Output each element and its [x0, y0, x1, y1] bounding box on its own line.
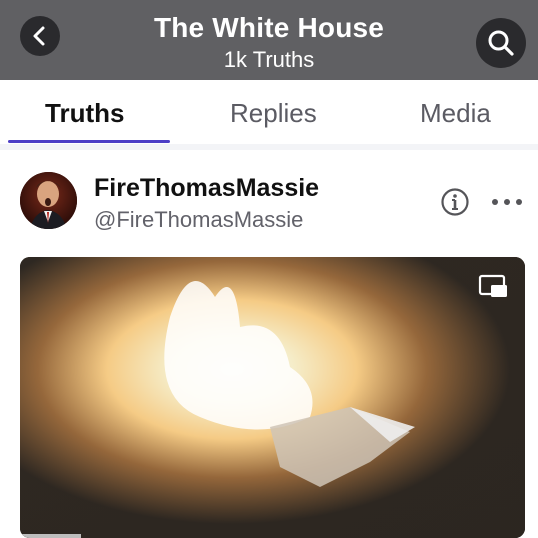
- tab-media[interactable]: Media: [420, 98, 491, 129]
- info-button[interactable]: [440, 187, 470, 217]
- search-icon: [488, 30, 514, 56]
- video-frame: [20, 257, 525, 538]
- header-title: The White House: [153, 12, 385, 43]
- active-tab-indicator: [8, 140, 170, 143]
- more-horizontal-icon: [492, 199, 522, 205]
- handle[interactable]: @FireThomasMassie: [94, 207, 303, 233]
- picture-in-picture-button[interactable]: [477, 273, 511, 301]
- display-name[interactable]: FireThomasMassie: [94, 174, 319, 203]
- info-icon: [441, 188, 469, 216]
- avatar[interactable]: [20, 172, 77, 229]
- profile-tabs: Truths Replies Media: [0, 80, 538, 150]
- truth-count: 1k Truths: [223, 47, 315, 72]
- tab-truths[interactable]: Truths: [45, 98, 124, 129]
- avatar-image: [20, 172, 77, 229]
- post-video[interactable]: [20, 257, 525, 538]
- more-options-button[interactable]: [490, 190, 524, 214]
- picture-in-picture-icon: [478, 274, 507, 297]
- video-progress-bar[interactable]: [20, 534, 81, 538]
- search-button[interactable]: [476, 18, 526, 68]
- tab-replies[interactable]: Replies: [230, 98, 317, 129]
- profile-header: The White House 1k Truths: [0, 0, 538, 80]
